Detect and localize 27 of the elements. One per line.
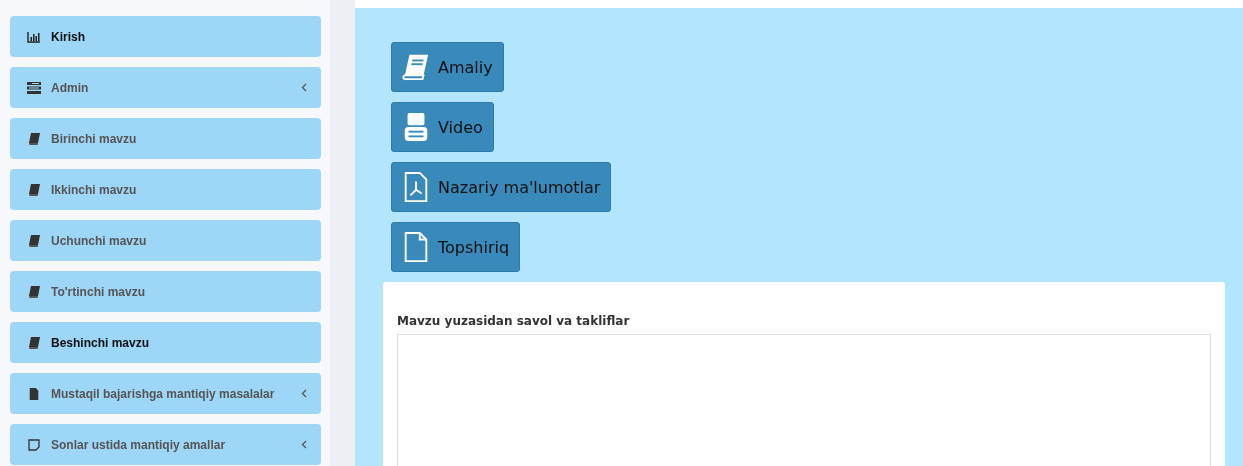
field-label: Mavzu yuzasidan savol va takliflar: [397, 314, 631, 328]
file-icon: [402, 232, 430, 262]
file-icon: [27, 387, 41, 400]
sidebar-item[interactable]: Birinchi mavzu: [10, 118, 321, 159]
feedback-textarea[interactable]: [397, 334, 1211, 466]
sidebar-item[interactable]: Admin: [10, 67, 321, 108]
book-icon: [27, 336, 41, 349]
resource-button[interactable]: Amaliy: [391, 42, 504, 92]
book-icon: [27, 183, 41, 196]
sidebar-item[interactable]: Beshinchi mavzu: [10, 322, 321, 363]
sidebar-item[interactable]: To'rtinchi mavzu: [10, 271, 321, 312]
sidebar-item[interactable]: Mustaqil bajarishga mantiqiy masalalar: [10, 373, 321, 414]
book-icon: [27, 234, 41, 247]
sidebar-item[interactable]: Sonlar ustida mantiqiy amallar: [10, 424, 321, 465]
list-icon: [27, 81, 41, 94]
book-icon: [27, 132, 41, 145]
resource-button[interactable]: Video: [391, 102, 494, 152]
resource-button[interactable]: Nazariy ma'lumotlar: [391, 162, 612, 212]
sidebar-item[interactable]: Ikkinchi mavzu: [10, 169, 321, 210]
pdf-file-icon: [402, 172, 430, 202]
resource-button[interactable]: Topshiriq: [391, 222, 521, 272]
note-icon: [27, 438, 41, 451]
sidebar-item[interactable]: Kirish: [10, 16, 321, 57]
bar-chart-icon: [27, 30, 41, 43]
sidebar-item[interactable]: Uchunchi mavzu: [10, 220, 321, 261]
book-icon: [402, 52, 430, 82]
book-icon: [27, 285, 41, 298]
